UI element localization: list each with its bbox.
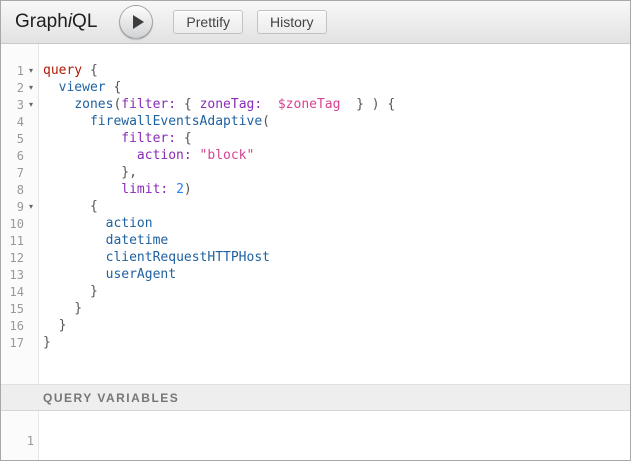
line-number: 17 bbox=[1, 336, 24, 350]
gutter-row: 1 bbox=[1, 432, 38, 449]
line-number: 15 bbox=[1, 302, 24, 316]
line-number: 2 bbox=[1, 81, 24, 95]
code-line: firewallEventsAdaptive( bbox=[43, 113, 630, 130]
code-line: }, bbox=[43, 164, 630, 181]
play-icon bbox=[133, 15, 144, 29]
toolbar: GraphiQL Prettify History bbox=[1, 1, 630, 44]
fold-arrow-icon[interactable]: ▾ bbox=[24, 62, 38, 79]
gutter-row: 12 bbox=[1, 249, 38, 266]
line-number: 4 bbox=[1, 115, 24, 129]
code-line: { bbox=[43, 198, 630, 215]
gutter-row: 16 bbox=[1, 317, 38, 334]
gutter-row: 8 bbox=[1, 181, 38, 198]
fold-arrow-icon[interactable]: ▾ bbox=[24, 198, 38, 215]
line-number: 12 bbox=[1, 251, 24, 265]
variables-editor-gutter[interactable]: 1 bbox=[1, 411, 39, 460]
line-number: 10 bbox=[1, 217, 24, 231]
code-line: query { bbox=[43, 62, 630, 79]
fold-arrow-icon[interactable]: ▾ bbox=[24, 79, 38, 96]
code-line: filter: { bbox=[43, 130, 630, 147]
gutter-row: 6 bbox=[1, 147, 38, 164]
code-line: userAgent bbox=[43, 266, 630, 283]
gutter-row: 15 bbox=[1, 300, 38, 317]
line-number: 1 bbox=[1, 434, 34, 448]
line-number: 9 bbox=[1, 200, 24, 214]
query-editor-code[interactable]: query { viewer { zones(filter: { zoneTag… bbox=[39, 44, 630, 384]
variables-editor-code[interactable]: {"zoneTag":""} bbox=[39, 411, 630, 460]
line-number: 8 bbox=[1, 183, 24, 197]
query-variables-title: QUERY VARIABLES bbox=[43, 391, 179, 405]
prettify-button[interactable]: Prettify bbox=[173, 10, 243, 34]
gutter-row: 13 bbox=[1, 266, 38, 283]
query-editor-gutter[interactable]: 1▾2▾3▾456789▾1011121314151617 bbox=[1, 44, 39, 384]
history-button[interactable]: History bbox=[257, 10, 327, 34]
gutter-row: 7 bbox=[1, 164, 38, 181]
logo-text-graph: Graph bbox=[15, 11, 68, 32]
query-variables-header[interactable]: QUERY VARIABLES bbox=[1, 384, 630, 411]
code-line: limit: 2) bbox=[43, 181, 630, 198]
gutter-row[interactable]: 1▾ bbox=[1, 62, 38, 79]
code-line: action: "block" bbox=[43, 147, 630, 164]
line-number: 11 bbox=[1, 234, 24, 248]
code-line: } bbox=[43, 283, 630, 300]
gutter-row[interactable]: 9▾ bbox=[1, 198, 38, 215]
gutter-row: 11 bbox=[1, 232, 38, 249]
line-number: 3 bbox=[1, 98, 24, 112]
execute-query-button[interactable] bbox=[119, 5, 153, 39]
line-number: 14 bbox=[1, 285, 24, 299]
gutter-row[interactable]: 2▾ bbox=[1, 79, 38, 96]
line-number: 6 bbox=[1, 149, 24, 163]
line-number: 5 bbox=[1, 132, 24, 146]
fold-arrow-icon[interactable]: ▾ bbox=[24, 96, 38, 113]
code-line: action bbox=[43, 215, 630, 232]
line-number: 13 bbox=[1, 268, 24, 282]
graphiql-logo: GraphiQL bbox=[15, 11, 97, 33]
code-line: datetime bbox=[43, 232, 630, 249]
variables-editor[interactable]: 1 {"zoneTag":""} bbox=[1, 411, 630, 460]
query-editor[interactable]: 1▾2▾3▾456789▾1011121314151617 query { vi… bbox=[1, 44, 630, 384]
code-line: zones(filter: { zoneTag: $zoneTag } ) { bbox=[43, 96, 630, 113]
line-number: 1 bbox=[1, 64, 24, 78]
logo-text-ql: QL bbox=[72, 11, 97, 32]
code-line: clientRequestHTTPHost bbox=[43, 249, 630, 266]
line-number: 7 bbox=[1, 166, 24, 180]
code-line: viewer { bbox=[43, 79, 630, 96]
gutter-row: 5 bbox=[1, 130, 38, 147]
gutter-row: 17 bbox=[1, 334, 38, 351]
gutter-row: 4 bbox=[1, 113, 38, 130]
code-line: } bbox=[43, 300, 630, 317]
code-line: } bbox=[43, 317, 630, 334]
graphiql-window: GraphiQL Prettify History 1▾2▾3▾456789▾1… bbox=[0, 0, 631, 461]
gutter-row: 10 bbox=[1, 215, 38, 232]
code-line: } bbox=[43, 334, 630, 351]
gutter-row[interactable]: 3▾ bbox=[1, 96, 38, 113]
line-number: 16 bbox=[1, 319, 24, 333]
gutter-row: 14 bbox=[1, 283, 38, 300]
